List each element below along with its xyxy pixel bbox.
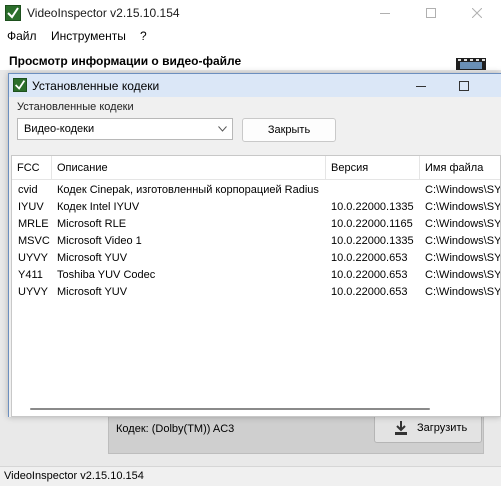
- load-button[interactable]: Загрузить: [374, 413, 482, 443]
- menu-bar: Файл Инструменты ?: [0, 26, 501, 46]
- cell-fcc: UYVY: [18, 252, 48, 264]
- horizontal-scrollbar[interactable]: [12, 402, 500, 416]
- cell-description: Microsoft Video 1: [57, 235, 142, 247]
- table-row[interactable]: IYUV Кодек Intel IYUV 10.0.22000.1335 C:\Wi…: [12, 199, 500, 216]
- dialog-maximize-button[interactable]: [448, 74, 480, 97]
- cell-fcc: IYUV: [18, 201, 44, 213]
- app-check-icon: [5, 5, 21, 21]
- table-row[interactable]: cvid Кодек Cinepak, изготовленный корпора…: [12, 182, 500, 199]
- cell-fcc: Y411: [18, 269, 43, 281]
- main-window-title: VideoInspector v2.15.10.154: [27, 6, 180, 20]
- main-titlebar: VideoInspector v2.15.10.154: [0, 0, 501, 26]
- cell-fcc: MRLE: [18, 218, 49, 230]
- header-title: Просмотр информации о видео-файле: [9, 54, 242, 68]
- column-header-fcc[interactable]: FCC: [12, 156, 52, 180]
- cell-version: 10.0.22000.1335: [331, 201, 414, 213]
- cell-description: Microsoft YUV: [57, 286, 128, 298]
- app-check-icon: [13, 78, 27, 92]
- codec-label: Кодек: (Dolby(TM)) AC3: [116, 423, 235, 435]
- cell-fcc: MSVC: [18, 235, 50, 247]
- table-row[interactable]: UYVY Microsoft YUV 10.0.22000.653 C:\Window…: [12, 250, 500, 267]
- column-header-filename[interactable]: Имя файла: [420, 156, 500, 180]
- cell-filename: C:\Windows\SYSTEM32\msyuv.dll: [425, 252, 501, 264]
- dialog-titlebar: Установленные кодеки: [9, 74, 501, 97]
- table-row[interactable]: MSVC Microsoft Video 1 10.0.22000.1335 C:\W…: [12, 233, 500, 250]
- codecs-group-label: Установленные кодеки: [17, 101, 134, 113]
- cell-version: 10.0.22000.1165: [331, 218, 413, 230]
- dialog-title: Установленные кодеки: [32, 79, 160, 93]
- cell-fcc: UYVY: [18, 286, 48, 298]
- maximize-icon: [459, 80, 469, 91]
- cell-filename: C:\Windows\SYSTEM32\iyuv_32.dll: [425, 201, 501, 213]
- download-icon: [395, 421, 407, 435]
- cell-description: Кодек Cinepak, изготовленный корпорацией…: [57, 184, 319, 196]
- status-bar: VideoInspector v2.15.10.154: [0, 466, 501, 486]
- cell-description: Microsoft RLE: [57, 218, 127, 230]
- minimize-button[interactable]: [362, 0, 408, 26]
- cell-description: Microsoft YUV: [57, 252, 128, 264]
- cell-version: 10.0.22000.653: [331, 286, 408, 298]
- cell-version: 10.0.22000.1335: [331, 235, 414, 247]
- cell-version: 10.0.22000.653: [331, 269, 408, 281]
- scrollbar-thumb[interactable]: [30, 408, 430, 410]
- cell-filename: C:\Windows\SYSTEM32\msvidc32.dll: [425, 235, 501, 247]
- dialog-client-area: Установленные кодеки Видео-кодеки Закрыт…: [9, 97, 501, 417]
- maximize-button[interactable]: [408, 0, 454, 26]
- codec-type-select[interactable]: Видео-кодеки: [17, 118, 233, 140]
- minimize-icon: [380, 13, 390, 14]
- table-row[interactable]: UYVY Microsoft YUV 10.0.22000.653 C:\Window…: [12, 284, 500, 301]
- menu-file[interactable]: Файл: [7, 29, 37, 43]
- cell-fcc: cvid: [18, 184, 38, 196]
- cell-filename: C:\Windows\SYSTEM32\iccvid.dll: [425, 184, 501, 196]
- dialog-minimize-button[interactable]: [405, 74, 437, 97]
- cell-filename: C:\Windows\SYSTEM32\tsbyuv.dll: [425, 269, 501, 281]
- cell-description: Кодек Intel IYUV: [57, 201, 140, 213]
- menu-tools[interactable]: Инструменты: [51, 29, 126, 43]
- load-button-label: Загрузить: [417, 422, 468, 434]
- table-row[interactable]: MRLE Microsoft RLE 10.0.22000.1165 C:\Windo…: [12, 216, 500, 233]
- cell-version: 10.0.22000.653: [331, 252, 408, 264]
- column-header-version[interactable]: Версия: [326, 156, 420, 180]
- main-header: Просмотр информации о видео-файле: [0, 46, 501, 72]
- codec-type-value: Видео-кодеки: [24, 123, 95, 135]
- column-header-description[interactable]: Описание: [52, 156, 326, 180]
- cell-description: Toshiba YUV Codec: [57, 269, 156, 281]
- close-window-button[interactable]: [454, 0, 500, 26]
- chevron-down-icon: [218, 126, 227, 132]
- menu-help[interactable]: ?: [140, 29, 147, 43]
- codecs-list[interactable]: FCC Описание Версия Имя файла cvid Кодек …: [11, 155, 501, 417]
- cell-filename: C:\Windows\SYSTEM32\msrle32.dll: [425, 218, 501, 230]
- list-header: FCC Описание Версия Имя файла: [12, 156, 500, 180]
- close-icon: [472, 8, 482, 18]
- installed-codecs-dialog: Установленные кодеки Установленные кодек…: [8, 73, 501, 417]
- maximize-icon: [426, 8, 436, 18]
- close-dialog-button[interactable]: Закрыть: [242, 118, 336, 142]
- status-text: VideoInspector v2.15.10.154: [4, 470, 144, 482]
- cell-filename: C:\Windows\SYSTEM32\msyuv.dll: [425, 286, 501, 298]
- minimize-icon: [416, 85, 426, 87]
- table-row[interactable]: Y411 Toshiba YUV Codec 10.0.22000.653 C:\Wi…: [12, 267, 500, 284]
